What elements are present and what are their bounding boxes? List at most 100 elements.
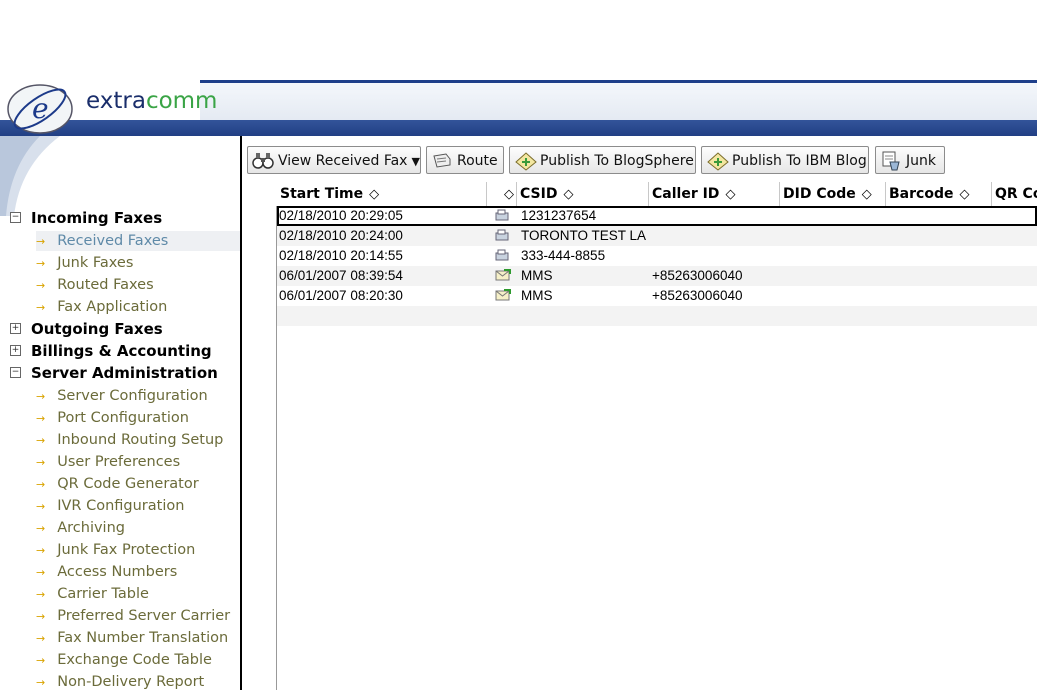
cell-start-time: 02/18/2010 20:29:05 <box>279 208 403 223</box>
sort-icon[interactable]: ◇ <box>504 187 514 202</box>
nav-item-label: Fax Application <box>57 299 168 315</box>
sort-icon[interactable]: ◇ <box>725 187 735 202</box>
fax-icon <box>495 209 509 221</box>
nav-item-exchange-code-table[interactable]: → Exchange Code Table <box>36 650 240 670</box>
collapse-icon[interactable]: − <box>10 366 21 378</box>
fax-icon <box>495 249 509 261</box>
fax-icon <box>495 229 509 241</box>
nav-item-ivr-configuration[interactable]: → IVR Configuration <box>36 496 240 516</box>
cell-start-time: 02/18/2010 20:14:55 <box>279 248 403 263</box>
arrow-icon: → <box>36 522 46 535</box>
nav-item-label: IVR Configuration <box>57 498 185 514</box>
route-icon <box>433 153 451 168</box>
publish-icon <box>515 152 537 171</box>
nav-item-access-numbers[interactable]: → Access Numbers <box>36 562 240 582</box>
table-row[interactable]: 06/01/2007 08:20:30 MMS +85263006040 <box>277 286 1037 306</box>
nav-item-label: Routed Faxes <box>57 277 154 293</box>
column-label: CSID <box>520 186 558 202</box>
view-received-fax-label: View Received Fax <box>278 153 408 169</box>
nav-decoration-icon <box>0 136 60 216</box>
publish-to-blogsphere-button[interactable]: Publish To BlogSphere <box>509 146 696 174</box>
nav-item-routed-faxes[interactable]: → Routed Faxes <box>36 275 240 295</box>
junk-icon <box>882 151 900 171</box>
cell-start-time: 06/01/2007 08:39:54 <box>279 268 403 283</box>
nav-item-junk-faxes[interactable]: → Junk Faxes <box>36 253 240 273</box>
arrow-icon: → <box>36 257 46 270</box>
nav-section-server-administration[interactable]: − Server Administration <box>10 363 218 383</box>
nav-section-label: Incoming Faxes <box>31 209 163 227</box>
brand-part-2: comm <box>145 88 218 114</box>
dropdown-arrow-icon[interactable]: ▼ <box>411 155 419 168</box>
empty-row <box>277 306 1037 326</box>
table-row[interactable]: 02/18/2010 20:29:05 1231237654 <box>277 206 1037 226</box>
arrow-icon: → <box>36 566 46 579</box>
table-row[interactable]: 02/18/2010 20:14:55 333-444-8855 <box>277 246 1037 266</box>
nav-item-inbound-routing-setup[interactable]: → Inbound Routing Setup <box>36 430 240 450</box>
view-received-fax-button[interactable]: View Received Fax ▼ <box>247 146 421 174</box>
column-label: QR Co <box>995 186 1037 202</box>
arrow-icon: → <box>36 301 46 314</box>
publish-icon <box>707 152 729 171</box>
nav-section-incoming-faxes[interactable]: − Incoming Faxes <box>10 208 162 228</box>
header-stripe <box>0 120 1037 136</box>
table-row[interactable]: 06/01/2007 08:39:54 MMS +85263006040 <box>277 266 1037 286</box>
column-label: DID Code <box>783 186 856 202</box>
header-band <box>200 80 1037 123</box>
nav-item-archiving[interactable]: → Archiving <box>36 518 240 538</box>
nav-item-non-delivery-report[interactable]: → Non-Delivery Report <box>36 672 240 692</box>
binoculars-icon <box>252 153 274 169</box>
publish-to-ibm-blog-label: Publish To IBM Blog <box>732 153 867 169</box>
sort-icon[interactable]: ◇ <box>862 187 872 202</box>
publish-to-ibm-blog-button[interactable]: Publish To IBM Blog <box>701 146 869 174</box>
junk-button[interactable]: Junk <box>875 146 945 174</box>
column-header-barcode[interactable]: Barcode ◇ <box>886 182 992 206</box>
expand-icon[interactable]: + <box>10 344 21 356</box>
cell-csid: MMS <box>521 288 553 303</box>
nav-item-label: Junk Fax Protection <box>57 542 196 558</box>
table-row[interactable]: 02/18/2010 20:24:00 TORONTO TEST LA <box>277 226 1037 246</box>
nav-item-label: Port Configuration <box>57 410 189 426</box>
brand-name: extracomm <box>86 88 217 114</box>
nav-section-label: Billings & Accounting <box>31 342 212 360</box>
nav-item-fax-number-translation[interactable]: → Fax Number Translation <box>36 628 240 648</box>
sidebar-nav: − Incoming Faxes → Received Faxes → Junk Fa… <box>0 136 242 690</box>
nav-item-port-configuration[interactable]: → Port Configuration <box>36 408 240 428</box>
nav-item-carrier-table[interactable]: → Carrier Table <box>36 584 240 604</box>
nav-section-label: Server Administration <box>31 364 218 382</box>
nav-item-label: QR Code Generator <box>57 476 199 492</box>
nav-item-received-faxes[interactable]: → Received Faxes <box>36 231 240 251</box>
nav-item-qr-code-generator[interactable]: → QR Code Generator <box>36 474 240 494</box>
nav-section-outgoing-faxes[interactable]: + Outgoing Faxes <box>10 319 163 339</box>
arrow-icon: → <box>36 390 46 403</box>
column-header-did-code[interactable]: DID Code ◇ <box>780 182 886 206</box>
cell-caller-id: +85263006040 <box>652 288 743 303</box>
expand-icon[interactable]: + <box>10 322 21 334</box>
column-header-icon[interactable]: ◇ <box>487 182 517 206</box>
nav-item-label: Access Numbers <box>57 564 178 580</box>
extracomm-logo-icon: e <box>7 84 73 134</box>
arrow-icon: → <box>36 279 46 292</box>
cell-csid: MMS <box>521 268 553 283</box>
arrow-icon: → <box>36 478 46 491</box>
nav-item-label: Preferred Server Carrier <box>57 608 231 624</box>
svg-text:e: e <box>32 92 49 125</box>
sort-icon[interactable]: ◇ <box>959 187 969 202</box>
nav-section-billings-accounting[interactable]: + Billings & Accounting <box>10 341 212 361</box>
arrow-icon: → <box>36 676 46 689</box>
sort-icon[interactable]: ◇ <box>369 187 379 202</box>
column-header-csid[interactable]: CSID ◇ <box>517 182 649 206</box>
sort-icon[interactable]: ◇ <box>563 187 573 202</box>
collapse-icon[interactable]: − <box>10 211 21 223</box>
grid-header: Start Time ◇ ◇ CSID ◇ Caller ID ◇ DID Code ◇… <box>242 182 1037 207</box>
toolbar: View Received Fax ▼ Route Publish To Blog… <box>242 140 1037 182</box>
nav-item-server-configuration[interactable]: → Server Configuration <box>36 386 240 406</box>
column-header-qr-code[interactable]: QR Co <box>992 182 1037 206</box>
route-button[interactable]: Route <box>426 146 504 174</box>
nav-item-fax-application[interactable]: → Fax Application <box>36 297 240 317</box>
nav-item-preferred-server-carrier[interactable]: → Preferred Server Carrier <box>36 606 240 626</box>
nav-item-user-preferences[interactable]: → User Preferences <box>36 452 240 472</box>
junk-label: Junk <box>906 153 936 169</box>
column-header-start-time[interactable]: Start Time ◇ <box>277 182 487 206</box>
nav-item-junk-fax-protection[interactable]: → Junk Fax Protection <box>36 540 240 560</box>
column-header-caller-id[interactable]: Caller ID ◇ <box>649 182 780 206</box>
